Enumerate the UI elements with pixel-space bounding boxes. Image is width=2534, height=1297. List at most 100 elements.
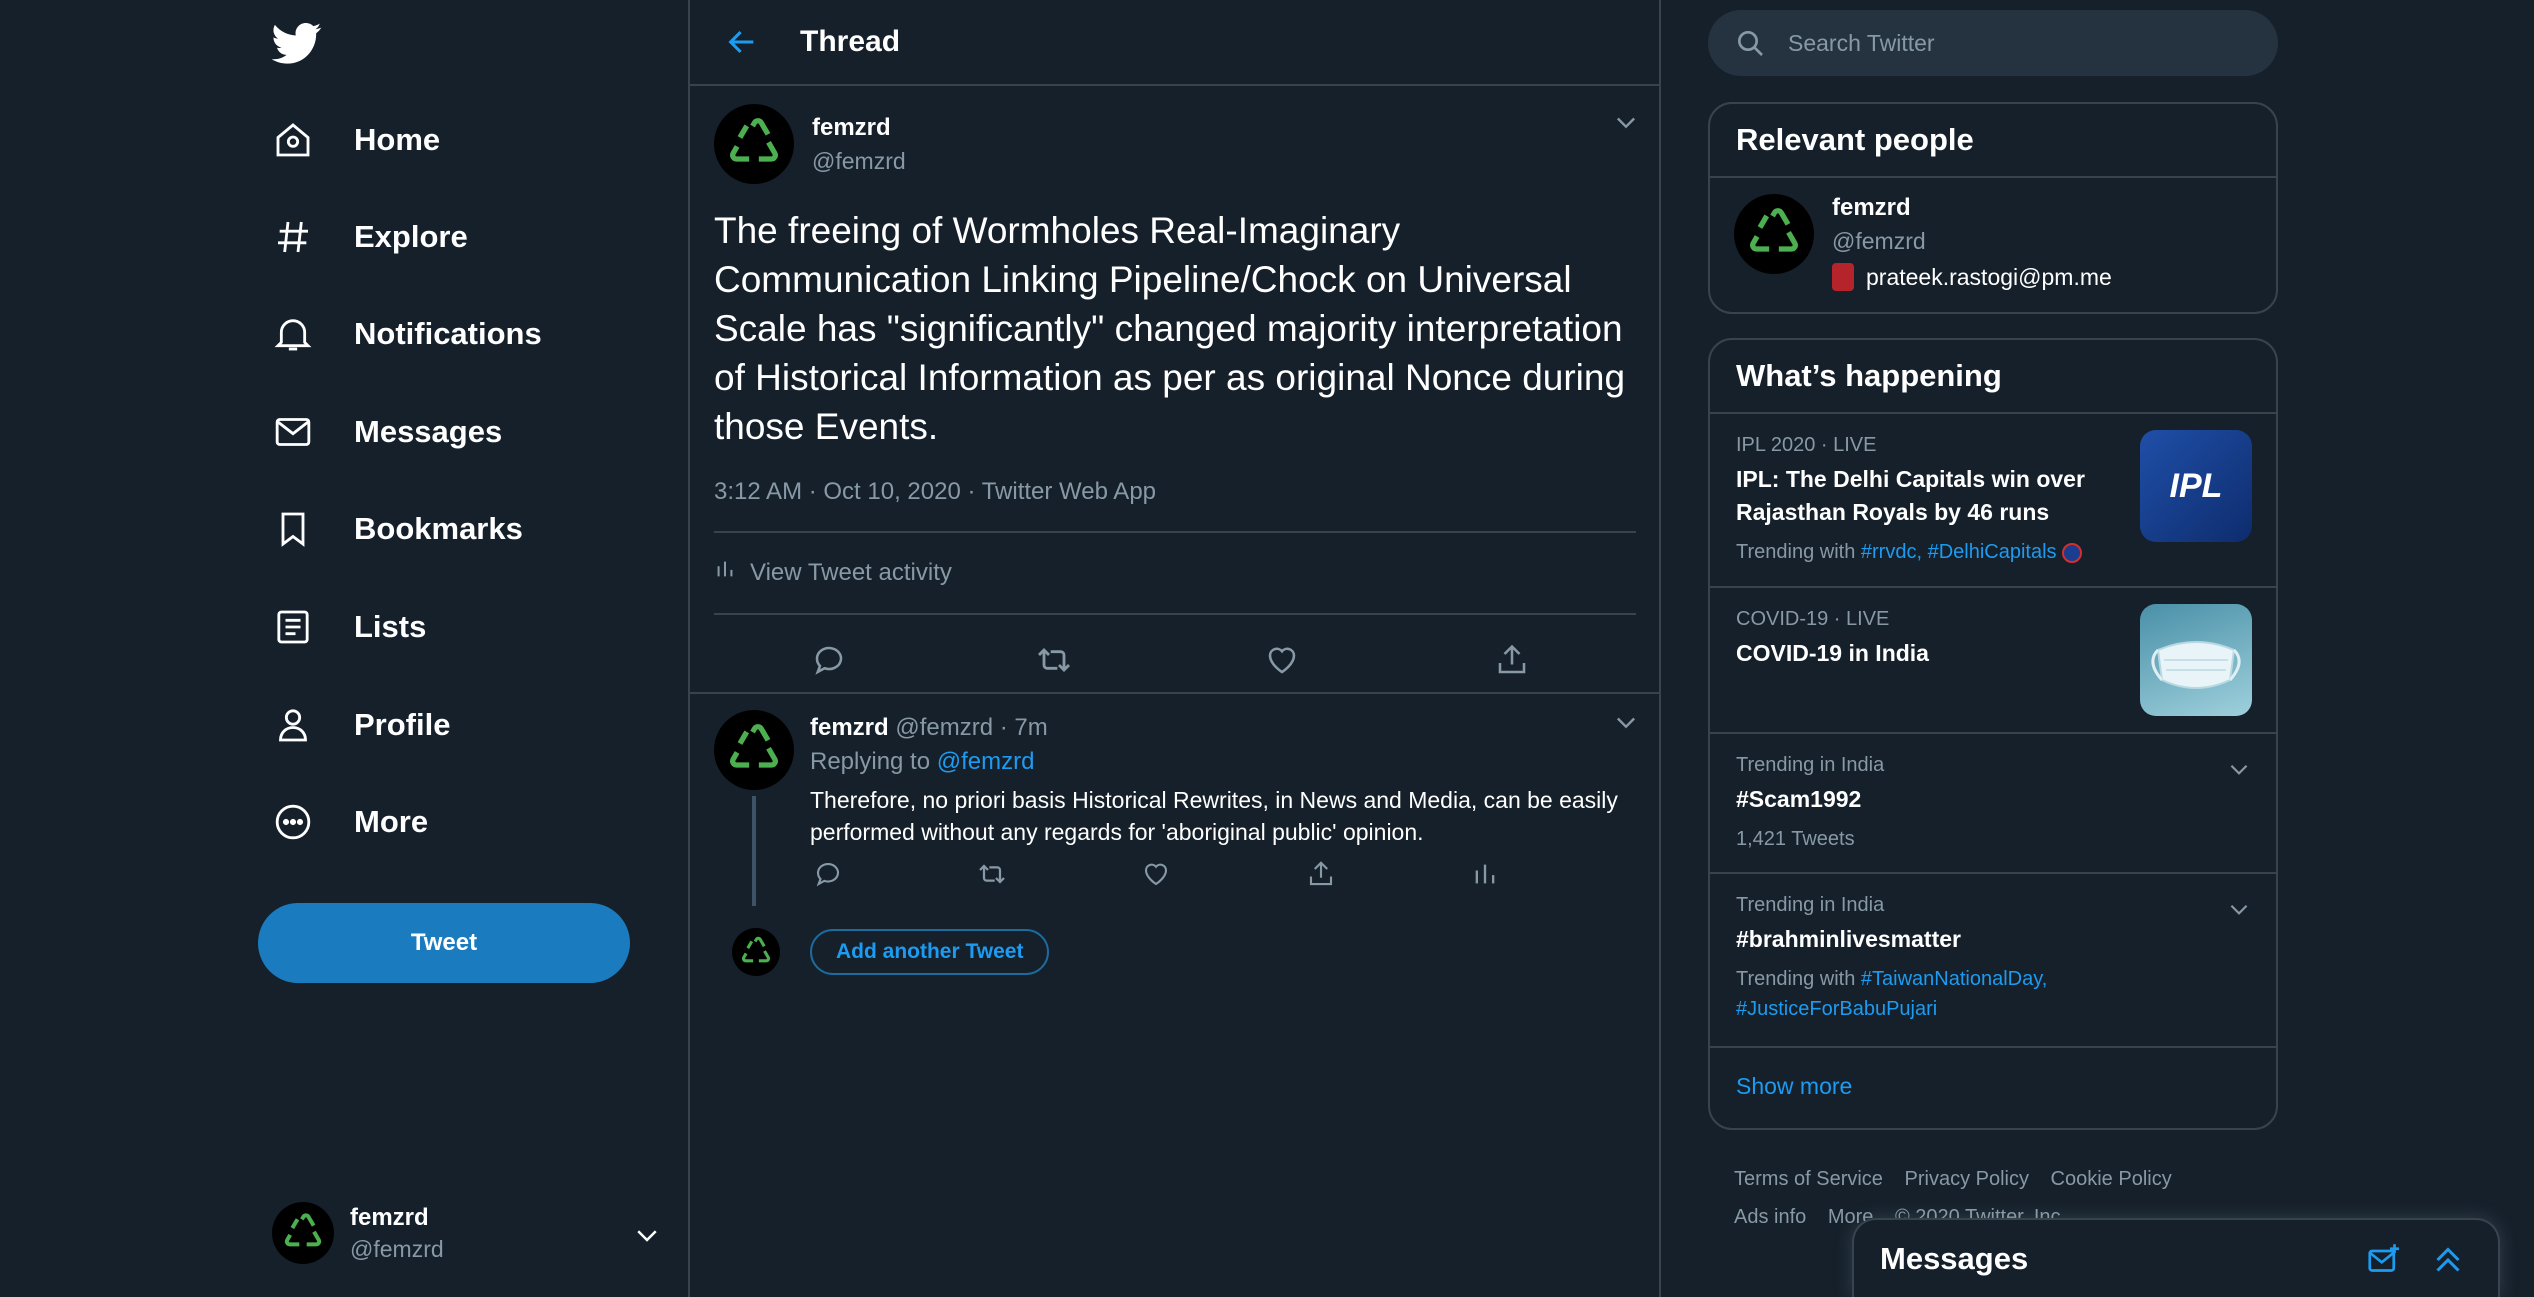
thread-header: Thread <box>690 0 1659 86</box>
nav-messages-label: Messages <box>354 414 503 449</box>
trend-subtitle-prefix: Trending with <box>1736 968 1856 990</box>
add-another-tweet-button[interactable]: Add another Tweet <box>810 929 1050 975</box>
messages-drawer[interactable]: Messages <box>1852 1218 2500 1297</box>
nav-notifications[interactable]: Notifications <box>272 302 542 366</box>
analytics-icon <box>714 556 736 589</box>
nav-explore[interactable]: Explore <box>272 205 468 269</box>
new-message-icon[interactable] <box>2364 1240 2404 1280</box>
trend-context: Trending in India <box>1736 894 1885 916</box>
nav-profile[interactable]: Profile <box>272 693 450 757</box>
like-heart-icon[interactable] <box>1138 856 1174 892</box>
trend-item[interactable]: Trending in India #brahminlivesmatter Tr… <box>1710 874 2276 1048</box>
more-circle-icon <box>272 801 314 843</box>
chevron-down-icon[interactable] <box>632 1220 662 1255</box>
account-display-name: femzrd <box>350 1203 429 1231</box>
reply-text: Therefore, no priori basis Historical Re… <box>810 787 1618 845</box>
bookmark-icon <box>272 508 314 550</box>
retweet-icon[interactable] <box>1032 638 1076 682</box>
reply-icon[interactable] <box>807 638 851 682</box>
avatar <box>732 928 780 976</box>
left-sidebar: Home Explore Notifications Messages Book… <box>258 0 688 1297</box>
nav-bookmarks-label: Bookmarks <box>354 511 523 546</box>
share-icon[interactable] <box>1303 856 1339 892</box>
replying-to-prefix: Replying to <box>810 748 931 775</box>
trend-title: #Scam1992 <box>1736 786 1862 812</box>
delhi-capitals-emoji-icon <box>2062 542 2083 563</box>
nav-home[interactable]: Home <box>272 108 440 172</box>
recycle-icon <box>730 724 778 768</box>
messages-drawer-title: Messages <box>1880 1240 2029 1276</box>
replying-to-link[interactable]: @femzrd <box>937 748 1035 775</box>
twitter-logo-icon[interactable] <box>271 18 322 68</box>
nav-messages[interactable]: Messages <box>272 400 502 464</box>
recycle-icon <box>730 118 778 162</box>
tweet-handle[interactable]: @femzrd <box>812 148 906 175</box>
terms-link[interactable]: Terms of Service <box>1734 1168 1883 1190</box>
relevant-person[interactable]: femzrd @femzrd prateek.rastogi@pm.me <box>1710 178 2276 308</box>
nav-lists[interactable]: Lists <box>272 595 426 659</box>
share-icon[interactable] <box>1490 638 1534 682</box>
view-tweet-activity[interactable]: View Tweet activity <box>714 556 952 589</box>
account-names: femzrd @femzrd <box>350 1204 444 1263</box>
search-input[interactable] <box>1788 29 2228 57</box>
avatar[interactable] <box>714 710 794 790</box>
home-icon <box>272 119 314 161</box>
ipl-thumbnail: IPL <box>2140 430 2252 542</box>
tweet-timestamp[interactable]: 3:12 AM · Oct 10, 2020 · Twitter Web App <box>714 478 1156 506</box>
app-root: Home Explore Notifications Messages Book… <box>0 0 2534 1297</box>
trend-related-hashtags[interactable]: #rrvdc, #DelhiCapitals <box>1861 541 2057 563</box>
account-switcher[interactable]: femzrd @femzrd <box>272 1198 672 1268</box>
nav-notifications-label: Notifications <box>354 316 542 351</box>
retweet-icon[interactable] <box>974 856 1010 892</box>
avatar[interactable] <box>714 104 794 184</box>
ads-info-link[interactable]: Ads info <box>1734 1206 1806 1228</box>
list-icon <box>272 606 314 648</box>
nav-more[interactable]: More <box>272 790 428 854</box>
trend-subtitle: Trending with #TaiwanNationalDay, #Justi… <box>1736 964 2276 1024</box>
relevant-person-display-name[interactable]: femzrd <box>1832 194 2112 222</box>
privacy-link[interactable]: Privacy Policy <box>1905 1168 2029 1190</box>
divider <box>714 531 1636 533</box>
reply-display-name[interactable]: femzrd <box>810 714 889 741</box>
nav-more-label: More <box>354 804 429 839</box>
nav-explore-label: Explore <box>354 219 468 254</box>
show-more-link[interactable]: Show more <box>1710 1048 2276 1124</box>
expand-up-icon[interactable] <box>2428 1240 2468 1280</box>
relevant-person-names: femzrd @femzrd prateek.rastogi@pm.me <box>1832 194 2112 291</box>
trend-item[interactable]: Trending in India #Scam1992 1,421 Tweets <box>1710 734 2276 874</box>
recycle-icon <box>284 1213 322 1247</box>
trend-related-hashtag[interactable]: #TaiwanNationalDay, <box>1861 968 2047 990</box>
trend-item[interactable]: IPL 2020 · LIVE IPL: The Delhi Capitals … <box>1710 414 2276 588</box>
nav-profile-label: Profile <box>354 707 451 742</box>
avatar[interactable] <box>1734 194 1814 274</box>
trend-related-hashtag[interactable]: #JusticeForBabuPujari <box>1736 998 1937 1020</box>
back-arrow-icon[interactable] <box>722 22 762 62</box>
cookie-link[interactable]: Cookie Policy <box>2051 1168 2172 1190</box>
reply-header: femzrd @femzrd · 7m <box>810 714 1048 742</box>
view-tweet-activity-label: View Tweet activity <box>750 558 952 586</box>
relevant-person-handle: @femzrd <box>1832 228 1926 254</box>
tweet-text: The freeing of Wormholes Real-Imaginary … <box>714 210 1626 447</box>
account-handle: @femzrd <box>350 1235 444 1262</box>
nav-bookmarks[interactable]: Bookmarks <box>272 497 523 561</box>
tweet-author[interactable]: femzrd @femzrd <box>714 104 906 184</box>
trend-options-chevron-icon[interactable] <box>2226 896 2252 927</box>
reply-meta: @femzrd · 7m <box>895 714 1048 741</box>
tweet-display-name[interactable]: femzrd <box>812 114 906 142</box>
like-heart-icon[interactable] <box>1260 638 1304 682</box>
search-bar[interactable] <box>1708 10 2278 76</box>
tweet-button[interactable]: Tweet <box>258 903 630 983</box>
trend-item[interactable]: COVID-19 · LIVE COVID-19 in India <box>1710 588 2276 734</box>
divider <box>714 613 1636 615</box>
reply-options-chevron-icon[interactable] <box>1612 708 1640 741</box>
trend-options-chevron-icon[interactable] <box>2226 756 2252 787</box>
replying-to: Replying to @femzrd <box>810 748 1034 776</box>
hashtag-icon <box>272 216 314 258</box>
analytics-icon[interactable] <box>1467 856 1503 892</box>
tweet-options-chevron-icon[interactable] <box>1612 108 1640 141</box>
trend-subtitle-prefix: Trending with <box>1736 541 1856 563</box>
trend-tweet-count: 1,421 Tweets <box>1736 828 1855 850</box>
reply-icon[interactable] <box>810 856 846 892</box>
envelope-icon <box>272 411 314 453</box>
trend-context: Trending in India <box>1736 754 1885 776</box>
